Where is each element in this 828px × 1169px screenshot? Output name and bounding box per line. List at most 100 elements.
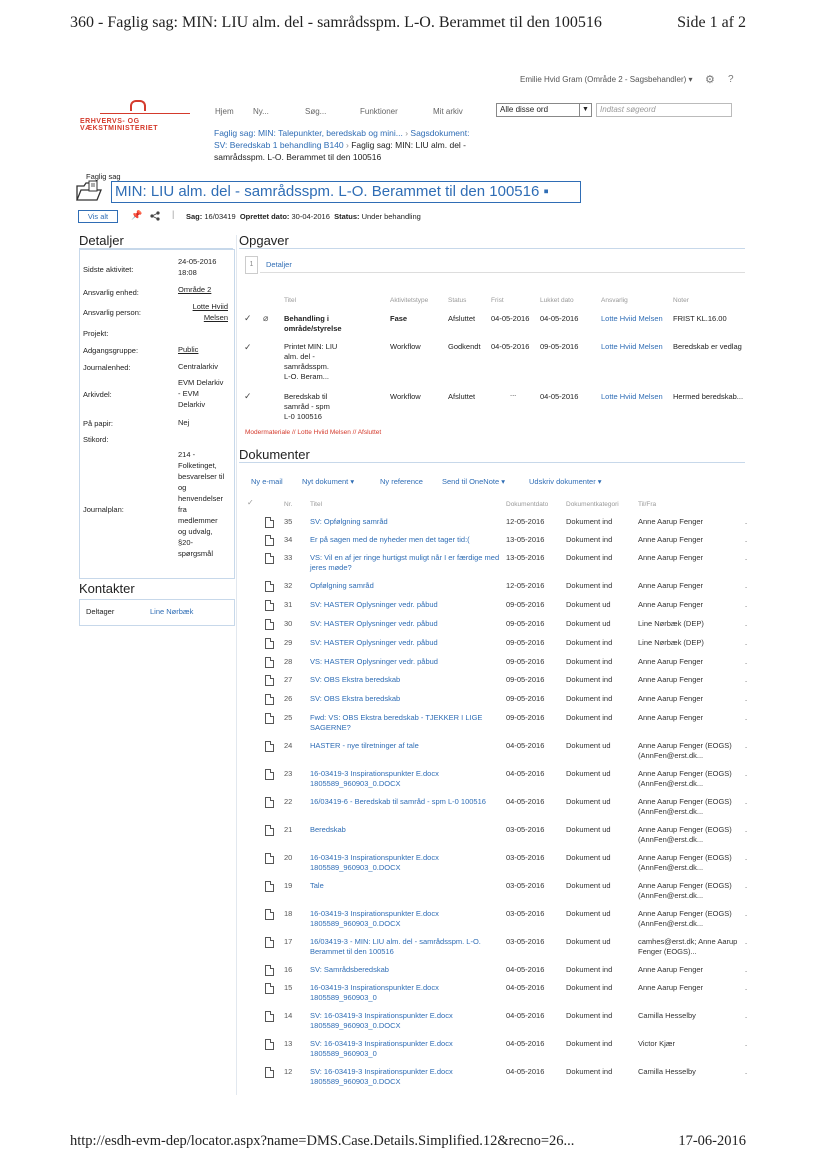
show-all-button[interactable]: Vis alt [78,210,118,223]
new-document-button[interactable]: Nyt dokument ▾ [302,477,354,486]
task-title[interactable]: Beredskab til samråd - spm L-0 100516 [284,392,330,422]
chevron-down-icon[interactable]: ▼ [579,104,591,116]
doc-title-link[interactable]: SV: HASTER Oplysninger vedr. påbud [310,619,500,629]
doc-title-link[interactable]: VS: HASTER Oplysninger vedr. påbud [310,657,500,667]
doc-title-link[interactable]: 16-03419-3 Inspirationspunkter E.docx 18… [310,909,500,929]
row-menu-dot[interactable]: . [745,769,747,778]
table-row[interactable]: 23 16-03419-3 Inspirationspunkter E.docx … [240,769,748,789]
row-menu-dot[interactable]: . [745,1067,747,1076]
contact-name-link[interactable]: Line Nørbæk [150,607,193,616]
table-row[interactable]: 22 16/03419-6 - Beredskab til samråd - sp… [240,797,748,816]
select-all-checkmark-icon[interactable]: ✓ [247,498,254,507]
breadcrumb-link-document[interactable]: Sagsdokument: [410,128,469,138]
tasks-tab-count[interactable]: 1 [245,256,258,274]
table-row[interactable]: 25 Fwd: VS: OBS Ekstra beredskab - TJEKKE… [240,713,748,732]
new-reference-button[interactable]: Ny reference [380,477,423,486]
task-responsible[interactable]: Lotte Hviid Melsen [601,342,663,352]
tasks-header-status[interactable]: Status [448,297,466,304]
table-row[interactable]: 26 SV: OBS Ekstra beredskab 09-05-2016 Doku… [240,694,748,712]
task-responsible[interactable]: Lotte Hviid Melsen [601,392,663,402]
pin-icon[interactable]: 📌 [131,210,142,221]
doc-title-link[interactable]: 16-03419-3 Inspirationspunkter E.docx 18… [310,853,500,873]
row-menu-dot[interactable]: . [745,797,747,806]
table-row[interactable]: 29 SV: HASTER Oplysninger vedr. påbud 09-0… [240,638,748,656]
table-row[interactable]: 14 SV: 16-03419-3 Inspirationspunkter E.d… [240,1011,748,1031]
nav-search[interactable]: Søg... [305,107,326,116]
case-title[interactable]: MIN: LIU alm. del - samrådsspm. L-O. Ber… [111,181,581,203]
docs-header-title[interactable]: Titel [310,501,322,508]
doc-title-link[interactable]: Opfølgning samråd [310,581,500,591]
new-email-button[interactable]: Ny e-mail [251,477,283,486]
docs-header-category[interactable]: Dokumentkategori [566,501,619,508]
table-row[interactable]: 19 Tale 03-05-2016 Dokument ud Anne Aarup Fe… [240,881,748,900]
doc-title-link[interactable]: SV: Opfølgning samråd [310,517,500,527]
detail-value-access-group[interactable]: Public [178,344,198,355]
nav-my-archive[interactable]: Mit arkiv [433,107,463,116]
nav-home[interactable]: Hjem [215,107,234,116]
row-menu-dot[interactable]: . [745,675,747,684]
row-menu-dot[interactable]: . [745,581,747,590]
doc-title-link[interactable]: Tale [310,881,500,891]
doc-title-link[interactable]: 16/03419-6 - Beredskab til samråd - spm … [310,797,500,807]
help-icon[interactable]: ? [728,74,734,85]
doc-title-link[interactable]: 16-03419-3 Inspirationspunkter E.docx 18… [310,983,500,1003]
user-menu[interactable]: Emilie Hvid Gram (Område 2 - Sagsbehandl… [520,75,693,84]
tasks-header-type[interactable]: Aktivitetstype [390,297,428,304]
table-row[interactable]: 31 SV: HASTER Oplysninger vedr. påbud 09-0… [240,600,748,618]
share-icon[interactable] [150,211,160,221]
breadcrumb-link-parent-case[interactable]: Faglig sag: MIN: Talepunkter, beredskab … [214,128,403,138]
doc-title-link[interactable]: SV: 16-03419-3 Inspirationspunkter E.doc… [310,1011,500,1031]
table-row[interactable]: 28 VS: HASTER Oplysninger vedr. påbud 09-0… [240,657,748,675]
row-menu-dot[interactable]: . [745,694,747,703]
search-scope-select[interactable]: Alle disse ord ▼ [496,103,592,117]
table-row[interactable]: 30 SV: HASTER Oplysninger vedr. påbud 09-0… [240,619,748,637]
breadcrumb-link-document-title[interactable]: SV: Beredskab 1 behandling B140 [214,140,344,150]
detail-value-person[interactable]: Lotte Hviid Melsen [178,301,228,323]
gear-icon[interactable]: ⚙ [705,73,715,86]
row-menu-dot[interactable]: . [745,517,747,526]
table-row[interactable]: 20 16-03419-3 Inspirationspunkter E.docx … [240,853,748,873]
table-row[interactable]: 27 SV: OBS Ekstra beredskab 09-05-2016 Doku… [240,675,748,693]
doc-title-link[interactable]: SV: OBS Ekstra beredskab [310,694,500,704]
tasks-header-closed[interactable]: Lukket dato [540,297,574,304]
table-row[interactable]: 34 Er på sagen med de nyheder men det tag… [240,535,748,553]
tasks-header-responsible[interactable]: Ansvarlig [601,297,628,304]
tasks-header-deadline[interactable]: Frist [491,297,504,304]
table-row[interactable]: 18 16-03419-3 Inspirationspunkter E.docx … [240,909,748,929]
row-menu-dot[interactable]: . [745,535,747,544]
tasks-header-notes[interactable]: Noter [673,297,689,304]
doc-title-link[interactable]: SV: HASTER Oplysninger vedr. påbud [310,638,500,648]
search-input[interactable]: Indtast søgeord [596,103,732,117]
row-menu-dot[interactable]: . [745,553,747,562]
table-row[interactable]: 33 VS: Vil en af jer ringe hurtigst mulig… [240,553,748,573]
row-menu-dot[interactable]: . [745,825,747,834]
doc-title-link[interactable]: SV: 16-03419-3 Inspirationspunkter E.doc… [310,1067,500,1087]
doc-title-link[interactable]: SV: HASTER Oplysninger vedr. påbud [310,600,500,610]
row-menu-dot[interactable]: . [745,619,747,628]
docs-header-date[interactable]: Dokumentdato [506,501,548,508]
doc-title-link[interactable]: HASTER - nye tilretninger af tale [310,741,500,751]
row-menu-dot[interactable]: . [745,983,747,992]
row-menu-dot[interactable]: . [745,1011,747,1020]
doc-title-link[interactable]: 16-03419-3 Inspirationspunkter E.docx 18… [310,769,500,789]
tasks-header-title[interactable]: Titel [284,297,296,304]
doc-title-link[interactable]: 16/03419-3 - MIN: LIU alm. del - samråds… [310,937,500,957]
table-row[interactable]: 21 Beredskab 03-05-2016 Dokument ud Anne Aar… [240,825,748,844]
docs-header-nr[interactable]: Nr. [284,501,292,508]
table-row[interactable]: 16 SV: Samrådsberedskab 04-05-2016 Dokument… [240,965,748,983]
nav-functions[interactable]: Funktioner [360,107,398,116]
row-menu-dot[interactable]: . [745,909,747,918]
row-menu-dot[interactable]: . [745,657,747,666]
row-menu-dot[interactable]: . [745,638,747,647]
table-row[interactable]: 12 SV: 16-03419-3 Inspirationspunkter E.d… [240,1067,748,1087]
ministry-logo[interactable]: ERHVERVS- OG VÆKSTMINISTERIET [80,100,200,132]
doc-title-link[interactable]: VS: Vil en af jer ringe hurtigst muligt … [310,553,500,573]
doc-title-link[interactable]: Beredskab [310,825,500,835]
table-row[interactable]: 13 SV: 16-03419-3 Inspirationspunkter E.d… [240,1039,748,1058]
tasks-tab-details[interactable]: Detaljer [266,260,292,269]
row-menu-dot[interactable]: . [745,600,747,609]
print-documents-button[interactable]: Udskriv dokumenter ▾ [529,477,602,486]
detail-value-unit[interactable]: Område 2 [178,284,211,295]
row-menu-dot[interactable]: . [745,713,747,722]
docs-header-to-from[interactable]: Til/Fra [638,501,656,508]
